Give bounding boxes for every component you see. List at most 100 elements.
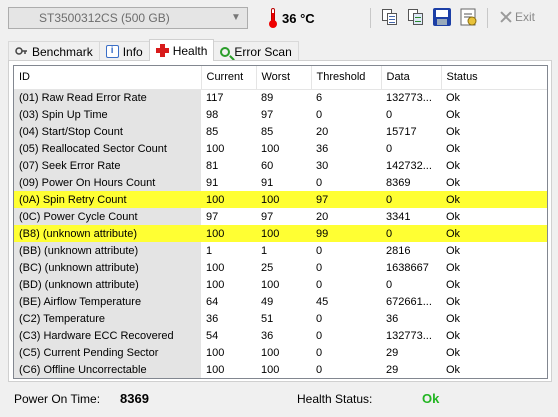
cell-data: 8369 (386, 176, 411, 189)
copy-screenshot-icon[interactable] (407, 8, 425, 26)
table-row[interactable]: (C5) Current Pending Sector 100 100 0 29 Ok (14, 344, 547, 361)
options-icon[interactable] (460, 8, 478, 26)
cell-worst: 25 (261, 261, 274, 274)
cell-id: (BE) Airflow Temperature (14, 293, 201, 310)
column-header-current[interactable]: Current (201, 66, 257, 90)
column-header-worst[interactable]: Worst (256, 66, 312, 90)
cell-status: Ok (446, 142, 461, 155)
table-row[interactable]: (BB) (unknown attribute) 1 1 0 2816 Ok (14, 242, 547, 259)
smart-attribute-list[interactable]: ID Current Worst Threshold Data Status (… (13, 65, 548, 379)
cell-status: Ok (446, 244, 461, 257)
cell-current: 100 (206, 278, 225, 291)
cell-data: 1638667 (386, 261, 429, 274)
cell-worst: 100 (261, 142, 280, 155)
cell-id: (0A) Spin Retry Count (14, 191, 201, 208)
cell-data: 2816 (386, 244, 411, 257)
table-row[interactable]: (04) Start/Stop Count 85 85 20 15717 Ok (14, 123, 547, 140)
copy-text-icon[interactable] (381, 8, 399, 26)
cell-threshold: 0 (316, 312, 323, 325)
tab-error-scan[interactable]: Error Scan (213, 41, 299, 61)
cell-current: 100 (206, 142, 225, 155)
cell-status: Ok (446, 261, 461, 274)
table-row[interactable]: (BE) Airflow Temperature 64 49 45 672661... O… (14, 293, 547, 310)
column-header-threshold[interactable]: Threshold (311, 66, 382, 90)
cell-id: (09) Power On Hours Count (14, 174, 201, 191)
tab-health[interactable]: Health (148, 39, 215, 61)
cell-status: Ok (446, 159, 461, 172)
info-icon (105, 45, 119, 58)
cell-worst: 100 (261, 278, 280, 291)
table-row[interactable]: (05) Reallocated Sector Count 100 100 36 0 Ok (14, 140, 547, 157)
cell-data: 0 (381, 191, 441, 208)
cell-id: (04) Start/Stop Count (14, 123, 201, 140)
cell-worst: 36 (261, 329, 274, 342)
save-icon[interactable] (433, 8, 451, 26)
cell-current: 81 (206, 159, 219, 172)
cell-worst: 100 (261, 363, 280, 376)
chevron-down-icon: ▼ (231, 12, 241, 23)
table-row[interactable]: (03) Spin Up Time 98 97 0 0 Ok (14, 106, 547, 123)
cell-id: (05) Reallocated Sector Count (14, 140, 201, 157)
power-on-time-value: 8369 (120, 391, 149, 406)
cell-status: Ok (446, 91, 461, 104)
tab-label: Health (172, 43, 208, 58)
cell-current: 85 (206, 125, 219, 138)
cell-status: Ok (446, 329, 461, 342)
table-row[interactable]: (0C) Power Cycle Count 97 97 20 3341 Ok (14, 208, 547, 225)
thermometer-icon (268, 8, 278, 28)
table-header-row: ID Current Worst Threshold Data Status (14, 66, 547, 90)
cell-threshold: 45 (316, 295, 329, 308)
temperature-display: 36 °C (268, 7, 315, 29)
cell-data: 132773... (386, 91, 432, 104)
status-bar: Power On Time: 8369 Health Status: Ok (0, 388, 558, 410)
exit-label: Exit (515, 10, 536, 24)
cell-worst: 100 (256, 225, 311, 242)
tab-info[interactable]: Info (98, 41, 150, 61)
drive-select[interactable]: ST3500312CS (500 GB) ▼ (8, 7, 248, 29)
cell-current: 100 (201, 225, 256, 242)
table-row[interactable]: (07) Seek Error Rate 81 60 30 142732... Ok (14, 157, 547, 174)
column-header-data[interactable]: Data (381, 66, 442, 90)
table-row[interactable]: (C3) Hardware ECC Recovered 54 36 0 132773..… (14, 327, 547, 344)
tab-label: Error Scan (234, 44, 292, 59)
cell-current: 98 (206, 108, 219, 121)
table-row[interactable]: (C2) Temperature 36 51 0 36 Ok (14, 310, 547, 327)
table-row[interactable]: (09) Power On Hours Count 91 91 0 8369 Ok (14, 174, 547, 191)
table-row[interactable]: (0A) Spin Retry Count 100 100 97 0 Ok (14, 191, 547, 208)
cell-worst: 91 (261, 176, 274, 189)
table-row[interactable]: (C6) Offline Uncorrectable 100 100 0 29 Ok (14, 361, 547, 378)
cell-worst: 100 (256, 191, 311, 208)
cell-worst: 49 (261, 295, 274, 308)
cell-current: 100 (206, 363, 225, 376)
tab-benchmark[interactable]: Benchmark (8, 41, 100, 61)
cell-threshold: 0 (316, 278, 323, 291)
cell-status: Ok (446, 363, 461, 376)
table-row[interactable]: (BC) (unknown attribute) 100 25 0 1638667 Ok (14, 259, 547, 276)
cell-data: 0 (381, 225, 441, 242)
magnifier-icon (220, 46, 231, 57)
toolbar-separator (487, 8, 488, 28)
cell-status: Ok (446, 312, 461, 325)
close-icon (500, 11, 512, 23)
cell-id: (BD) (unknown attribute) (14, 276, 201, 293)
exit-button[interactable]: Exit (500, 8, 535, 26)
column-header-id[interactable]: ID (14, 66, 202, 90)
cell-worst: 97 (261, 210, 274, 223)
cell-threshold: 0 (316, 346, 323, 359)
cell-data: 0 (386, 142, 393, 155)
table-row[interactable]: (BD) (unknown attribute) 100 100 0 0 Ok (14, 276, 547, 293)
cell-current: 100 (206, 346, 225, 359)
tab-strip: Benchmark Info Health Error Scan (8, 39, 299, 61)
table-row[interactable]: (B8) (unknown attribute) 100 100 99 0 Ok (14, 225, 547, 242)
table-row[interactable]: (01) Raw Read Error Rate 117 89 6 132773... O… (14, 89, 547, 106)
column-header-status[interactable]: Status (441, 66, 547, 90)
cell-status: Ok (446, 278, 461, 291)
power-on-time-label: Power On Time: (14, 392, 101, 406)
cell-id: (BB) (unknown attribute) (14, 242, 201, 259)
cell-current: 36 (206, 312, 219, 325)
cell-data: 36 (386, 312, 399, 325)
tab-label: Benchmark (32, 44, 93, 59)
smart-table: ID Current Worst Threshold Data Status (… (14, 66, 547, 378)
cell-threshold: 36 (316, 142, 329, 155)
drive-select-value: ST3500312CS (500 GB) (39, 11, 170, 25)
